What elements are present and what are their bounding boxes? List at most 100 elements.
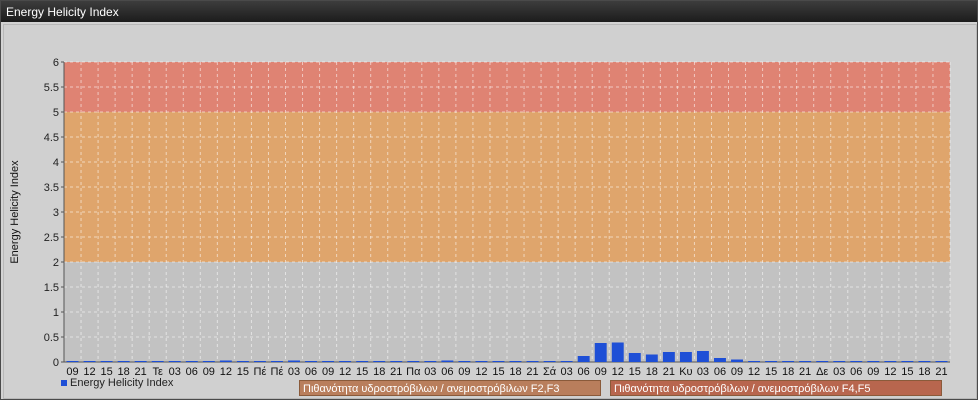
x-tick-label: 21 bbox=[799, 366, 811, 378]
x-tick-label: 21 bbox=[935, 366, 947, 378]
bar bbox=[714, 358, 726, 362]
bar bbox=[168, 361, 181, 362]
bar bbox=[765, 361, 778, 362]
y-tick-label: 2 bbox=[53, 257, 59, 269]
y-tick-label: 4.5 bbox=[44, 132, 59, 144]
bar bbox=[373, 361, 386, 362]
x-tick-label: 12 bbox=[339, 366, 351, 378]
bar bbox=[799, 361, 812, 362]
y-tick-label: 5 bbox=[53, 107, 59, 119]
bar bbox=[901, 361, 914, 362]
x-tick-label: Δε bbox=[816, 366, 828, 378]
bar bbox=[782, 361, 795, 362]
x-tick-label: 03 bbox=[288, 366, 300, 378]
x-tick-label: 15 bbox=[901, 366, 913, 378]
x-tick-label: 12 bbox=[612, 366, 624, 378]
bar bbox=[253, 361, 266, 362]
bar bbox=[322, 361, 335, 362]
bar bbox=[509, 361, 522, 362]
bar bbox=[236, 361, 249, 362]
y-tick-label: 2.5 bbox=[44, 232, 59, 244]
x-tick-label: 09 bbox=[203, 366, 215, 378]
bar bbox=[731, 359, 743, 362]
x-tick-label: 09 bbox=[458, 366, 470, 378]
series-legend-swatch bbox=[61, 380, 67, 387]
bar bbox=[185, 361, 198, 362]
bar bbox=[288, 360, 300, 362]
y-tick-label: 6 bbox=[53, 57, 59, 69]
bar bbox=[424, 361, 437, 362]
x-tick-label: 06 bbox=[850, 366, 862, 378]
bar bbox=[83, 361, 96, 362]
bar bbox=[458, 361, 471, 362]
bar bbox=[748, 361, 761, 362]
x-tick-label: 12 bbox=[884, 366, 896, 378]
y-tick-label: 5.5 bbox=[44, 82, 59, 94]
x-tick-label: 06 bbox=[441, 366, 453, 378]
bar bbox=[662, 352, 675, 362]
bar bbox=[356, 361, 369, 362]
x-tick-label: 15 bbox=[492, 366, 504, 378]
x-tick-label: 18 bbox=[646, 366, 658, 378]
bar bbox=[645, 354, 658, 362]
x-tick-label: 06 bbox=[305, 366, 317, 378]
x-tick-label: 18 bbox=[782, 366, 794, 378]
series-legend[interactable]: Energy Helicity Index bbox=[61, 377, 173, 389]
x-tick-label: 12 bbox=[220, 366, 232, 378]
x-tick-label: 15 bbox=[629, 366, 641, 378]
x-tick-label: 09 bbox=[322, 366, 334, 378]
x-tick-label: 06 bbox=[186, 366, 198, 378]
bar bbox=[390, 361, 403, 362]
y-axis-label: Energy Helicity Index bbox=[9, 160, 21, 264]
x-tick-label: 21 bbox=[663, 366, 675, 378]
x-tick-label: Πέ bbox=[254, 366, 267, 378]
bar bbox=[492, 361, 505, 362]
x-tick-label: 09 bbox=[731, 366, 743, 378]
x-tick-label: 03 bbox=[424, 366, 436, 378]
x-tick-label: Σά bbox=[543, 366, 557, 378]
bar bbox=[867, 361, 880, 362]
y-tick-label: 3 bbox=[53, 207, 59, 219]
x-tick-label: 12 bbox=[748, 366, 760, 378]
bar bbox=[134, 361, 147, 362]
x-tick-label: 06 bbox=[578, 366, 590, 378]
y-tick-label: 1 bbox=[53, 307, 59, 319]
y-tick-label: 3.5 bbox=[44, 182, 59, 194]
x-tick-label: Πέ bbox=[271, 366, 284, 378]
bar bbox=[560, 361, 573, 362]
bar bbox=[918, 361, 931, 362]
x-tick-label: 03 bbox=[697, 366, 709, 378]
x-tick-label: 06 bbox=[714, 366, 726, 378]
bar bbox=[816, 361, 829, 362]
x-tick-label: 18 bbox=[918, 366, 930, 378]
x-tick-label: 15 bbox=[237, 366, 249, 378]
y-tick-label: 0.5 bbox=[44, 332, 59, 344]
chart-window: Energy Helicity Index 6 5.5 5 4.5 4 3.5 3 2.5 2 1… bbox=[0, 0, 978, 400]
energy-helicity-chart: 65.554.543.532.521.510.5009 12 15 18 21 Τε 03 0… bbox=[9, 57, 951, 378]
x-tick-label: 09 bbox=[867, 366, 879, 378]
bar bbox=[696, 351, 709, 362]
bar bbox=[407, 361, 420, 362]
title-bar: Energy Helicity Index bbox=[1, 1, 977, 22]
bar bbox=[66, 361, 79, 362]
x-tick-label: 18 bbox=[509, 366, 521, 378]
x-tick-label: 03 bbox=[833, 366, 845, 378]
chart-area: 6 5.5 5 4.5 4 3.5 3 2.5 2 1.5 1 0.5 0 09 12 15 18 21 Τε 03 0… bbox=[3, 24, 977, 399]
bar bbox=[202, 361, 215, 362]
bar bbox=[475, 361, 488, 362]
x-tick-label: Πα bbox=[406, 366, 421, 378]
bar bbox=[543, 361, 556, 362]
x-tick-label: 21 bbox=[390, 366, 402, 378]
bar bbox=[679, 352, 692, 362]
bar bbox=[628, 353, 641, 362]
bar bbox=[305, 361, 318, 362]
x-tick-label: 09 bbox=[595, 366, 607, 378]
bar bbox=[577, 356, 590, 362]
band-legend-f4f5-label: Πιθανότητα υδροστρόβιλων / ανεμοστρόβιλω… bbox=[614, 383, 871, 395]
band-legend-f4f5: Πιθανότητα υδροστρόβιλων / ανεμοστρόβιλω… bbox=[610, 380, 942, 396]
series-legend-label: Energy Helicity Index bbox=[70, 377, 174, 389]
bar bbox=[117, 361, 130, 362]
y-tick-label: 0 bbox=[53, 357, 59, 369]
y-tick-label: 4 bbox=[53, 157, 59, 169]
bar bbox=[935, 361, 948, 362]
